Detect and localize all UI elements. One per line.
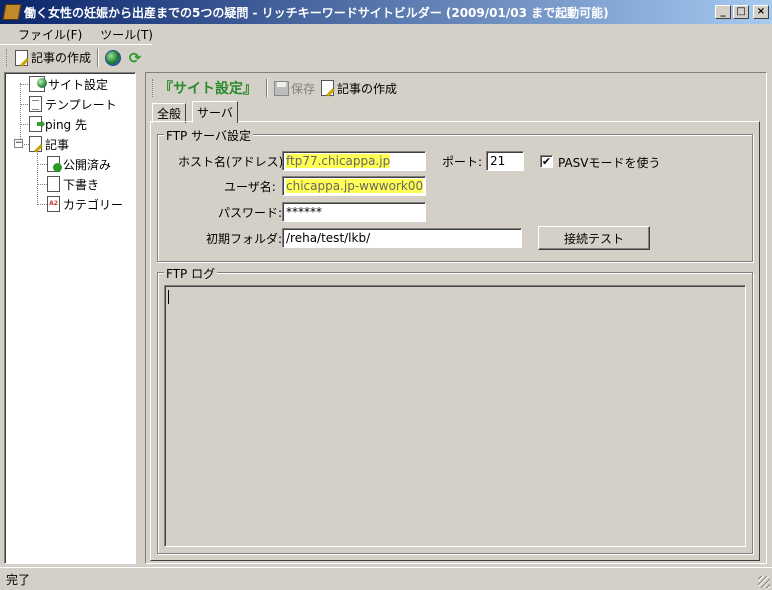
connect-test-button[interactable]: 接続テスト [538, 226, 650, 250]
site-settings-icon [29, 76, 47, 92]
window-title: 働く女性の妊娠から出産までの5つの疑問 - リッチキーワードサイトビルダー (2… [24, 5, 609, 20]
host-label: ホスト名(アドレス): [178, 155, 288, 169]
main-toolbar: 記事の作成 ⟳ [0, 44, 152, 70]
password-label: パスワード: [218, 206, 283, 220]
tree-item-articles[interactable]: 記事 [29, 135, 69, 153]
host-input[interactable]: ftp77.chicappa.jp [282, 151, 426, 171]
status-text: 完了 [6, 572, 31, 587]
pasv-checkbox[interactable]: ✔ [540, 155, 553, 168]
close-button[interactable]: × [753, 5, 769, 19]
ping-icon [29, 116, 42, 132]
template-icon [29, 96, 42, 112]
pasv-label: PASVモードを使う [558, 156, 661, 170]
user-value: chicappa.jp-wwwork00 [286, 179, 424, 193]
toolbar-grip[interactable] [6, 48, 9, 67]
password-input[interactable]: ****** [282, 202, 426, 222]
app-book-icon [2, 4, 22, 20]
minimize-button[interactable]: _ [715, 5, 731, 19]
tree-connector [37, 164, 47, 165]
host-value: ftp77.chicappa.jp [286, 154, 391, 168]
panel-title: 『サイト設定』 [159, 81, 257, 97]
save-disk-icon [274, 80, 289, 96]
folder-label: 初期フォルダ: [206, 232, 283, 246]
document-pen-icon [321, 80, 335, 96]
folder-input[interactable]: /reha/test/lkb/ [282, 228, 522, 248]
document-pen-icon [29, 136, 42, 152]
text-caret [168, 290, 169, 304]
tree-item-ping[interactable]: ping 先 [29, 115, 87, 133]
title-bar[interactable]: 働く女性の妊娠から出産までの5つの疑問 - リッチキーワードサイトビルダー (2… [0, 0, 772, 24]
tree-label: カテゴリー [63, 197, 124, 212]
collapse-expander-icon[interactable]: − [14, 139, 23, 148]
menu-file[interactable]: ファイル(F) [9, 26, 91, 43]
create-article-label: 記事の作成 [337, 81, 398, 96]
tree-connector [37, 153, 38, 205]
ftp-server-group: FTP サーバ設定 ホスト名(アドレス): ftp77.chicappa.jp … [157, 127, 753, 262]
tree-item-template[interactable]: テンプレート [29, 95, 117, 113]
toolbar-grip[interactable] [152, 79, 155, 97]
resize-grip-icon[interactable] [758, 576, 770, 588]
tree-connector [37, 204, 47, 205]
ftp-server-group-legend: FTP サーバ設定 [164, 127, 253, 144]
tree-item-site-settings[interactable]: サイト設定 [29, 75, 108, 93]
tree-connector [20, 83, 21, 145]
save-button[interactable]: 保存 [271, 77, 318, 99]
category-icon: A2 [47, 196, 60, 212]
port-input[interactable]: 21 [486, 151, 524, 171]
settings-panel: 『サイト設定』 保存 記事の作成 全般 サーバ FTP サーバ設定 ホスト名(ア… [145, 72, 767, 564]
tree-label: 記事 [45, 137, 70, 152]
port-label: ポート: [442, 155, 483, 169]
tree-label: 下書き [63, 177, 100, 192]
tab-content-server: FTP サーバ設定 ホスト名(アドレス): ftp77.chicappa.jp … [150, 121, 760, 561]
tree-item-category[interactable]: A2 カテゴリー [47, 195, 123, 213]
tree-connector [37, 184, 47, 185]
menu-tools[interactable]: ツール(T) [91, 26, 162, 43]
menu-bar: ファイル(F) ツール(T) [0, 24, 772, 44]
panel-create-article-button[interactable]: 記事の作成 [318, 77, 400, 99]
published-check-icon [47, 156, 62, 172]
ftp-log-textarea[interactable] [164, 285, 746, 547]
tab-server[interactable]: サーバ [192, 101, 238, 123]
ftp-log-group-legend: FTP ログ [164, 265, 218, 282]
navigation-tree[interactable]: サイト設定 テンプレート ping 先 − 記事 公開済み 下書き A2 カテゴ… [4, 72, 136, 564]
tree-label: サイト設定 [48, 77, 109, 92]
tree-label: テンプレート [45, 97, 117, 112]
publish-button[interactable] [102, 47, 124, 69]
status-bar: 完了 [0, 567, 772, 590]
user-input[interactable]: chicappa.jp-wwwork00 [282, 176, 426, 196]
tree-label: 公開済み [63, 157, 112, 172]
tree-label: ping 先 [45, 117, 87, 132]
draft-document-icon [47, 176, 60, 192]
user-label: ユーザ名: [224, 180, 276, 194]
maximize-button[interactable]: □ [733, 5, 749, 19]
create-article-button[interactable]: 記事の作成 [12, 47, 94, 69]
refresh-icon: ⟳ [128, 48, 142, 67]
document-pen-icon [15, 49, 28, 66]
tree-item-draft[interactable]: 下書き [47, 175, 99, 193]
toolbar-separator [97, 48, 100, 67]
toolbar-separator [266, 79, 268, 97]
tab-general[interactable]: 全般 [152, 103, 187, 123]
panel-toolbar: 『サイト設定』 保存 記事の作成 [150, 77, 400, 99]
ftp-log-group: FTP ログ [157, 265, 753, 554]
save-label: 保存 [291, 81, 316, 96]
globe-icon [105, 49, 122, 66]
tree-item-published[interactable]: 公開済み [47, 155, 111, 173]
create-article-label: 記事の作成 [31, 51, 92, 65]
sync-button[interactable]: ⟳ [124, 47, 146, 69]
